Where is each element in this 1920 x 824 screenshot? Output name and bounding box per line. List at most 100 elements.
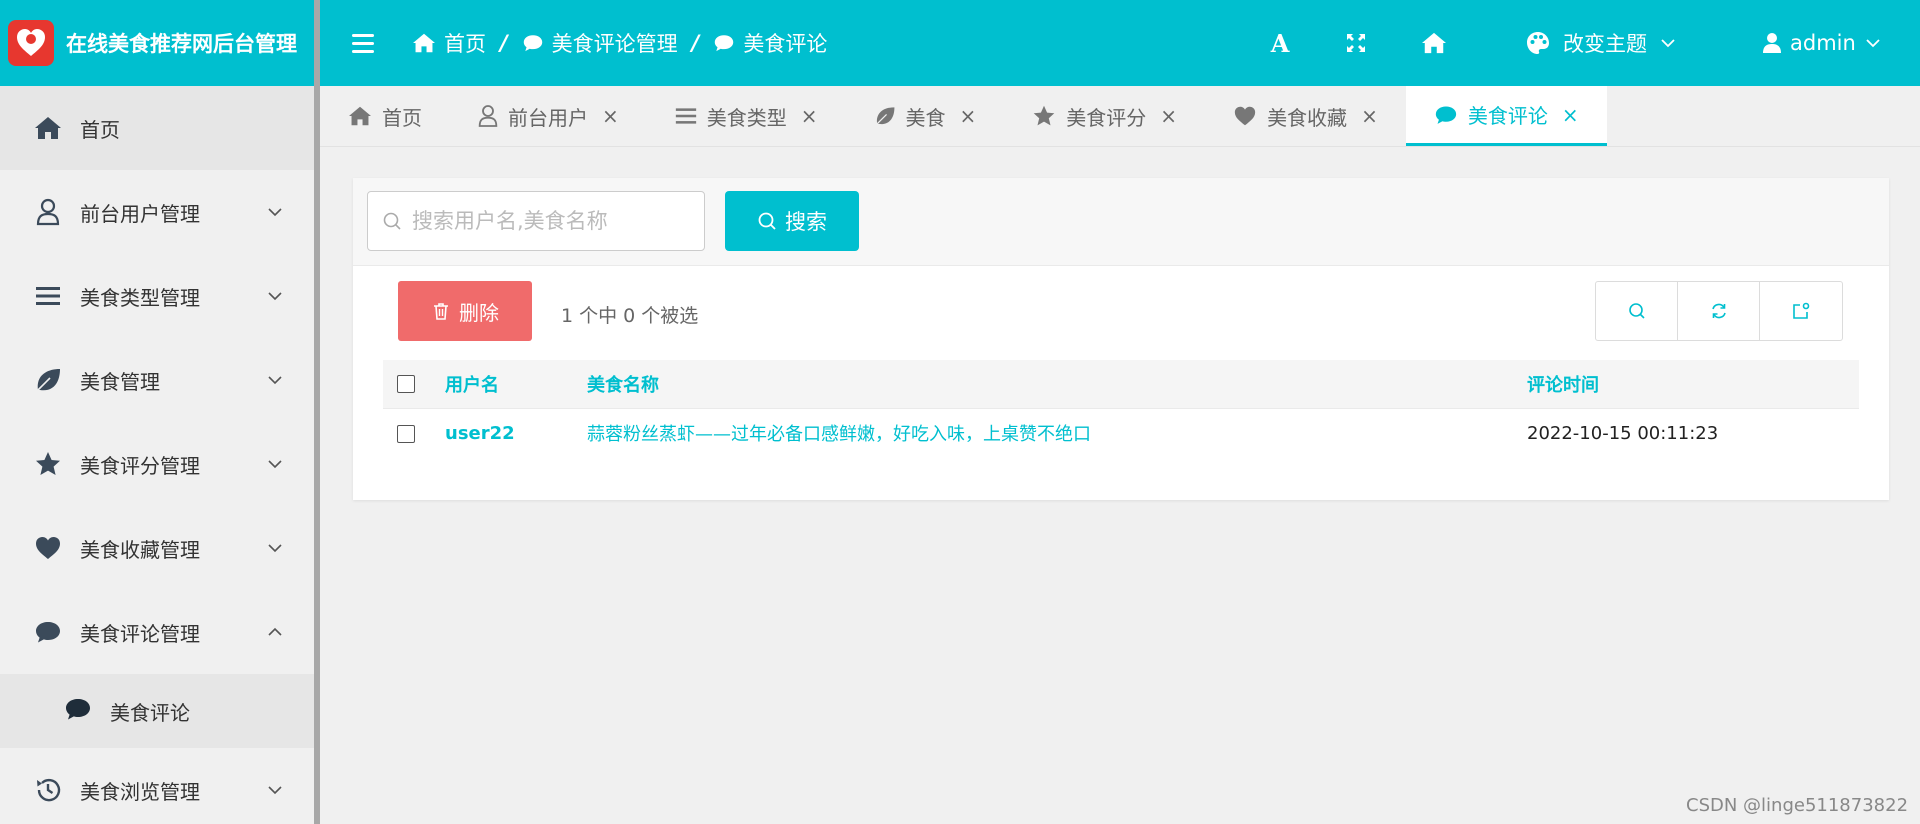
search-bar: 搜索 (353, 178, 1889, 266)
sidebar: 在线美食推荐网后台管理 首页 前台用户管理 美食类型管理 美食管理 美食评分管理 (0, 0, 314, 824)
font-size-icon[interactable]: A (1267, 29, 1293, 58)
search-button[interactable]: 搜索 (725, 191, 859, 251)
change-theme-button[interactable]: 改变主题 (1525, 0, 1677, 86)
sidebar-item-comments[interactable]: 美食评论管理 (0, 590, 314, 674)
star-icon (1034, 105, 1055, 126)
app-logo-icon (8, 20, 54, 66)
export-icon (1793, 302, 1810, 319)
table-header-row: 用户名 美食名称 评论时间 (383, 360, 1859, 409)
search-icon (758, 212, 776, 230)
list-icon (34, 282, 62, 310)
history-icon (34, 776, 62, 804)
tab-comments[interactable]: 美食评论 × (1405, 86, 1607, 146)
delete-button[interactable]: 删除 (398, 281, 532, 341)
star-icon (34, 450, 62, 478)
tab-close-icon[interactable]: × (801, 104, 818, 128)
table-toolbar: 删除 1 个中 0 个被选 (353, 266, 1889, 354)
tab-home[interactable]: 首页 (320, 86, 450, 146)
cell-food-name[interactable]: 蒜蓉粉丝蒸虾——过年必备口感鲜嫩，好吃入味，上桌赞不绝口 (587, 408, 1527, 458)
tab-bar: 首页 前台用户 × 美食类型 × 美食 × 美食评分 × 美食收藏 × 美食评论… (320, 86, 1920, 147)
sidebar-item-favorites[interactable]: 美食收藏管理 (0, 506, 314, 590)
home-icon[interactable] (1421, 30, 1447, 56)
chevron-down-icon (1661, 39, 1675, 48)
top-header: 首页 / 美食评论管理 / 美食评论 A 改变主题 admin (320, 0, 1920, 86)
column-header-username[interactable]: 用户名 (445, 360, 587, 409)
row-checkbox-cell (383, 408, 445, 458)
cell-username[interactable]: user22 (445, 408, 587, 458)
comment-icon (715, 35, 734, 52)
chevron-down-icon (268, 460, 282, 469)
breadcrumb-comment-management[interactable]: 美食评论管理 (522, 28, 678, 58)
chevron-down-icon (1866, 39, 1880, 48)
sidebar-item-browse-history[interactable]: 美食浏览管理 (0, 748, 314, 824)
tab-ratings[interactable]: 美食评分 × (1004, 86, 1205, 146)
export-button[interactable] (1760, 282, 1842, 340)
select-all-checkbox[interactable] (397, 375, 415, 394)
breadcrumb-home[interactable]: 首页 (412, 28, 486, 58)
comment-icon (64, 696, 92, 727)
home-icon (349, 106, 371, 126)
leaf-icon (34, 366, 62, 394)
sidebar-item-ratings[interactable]: 美食评分管理 (0, 422, 314, 506)
refresh-icon (1711, 303, 1726, 319)
table-tools (1595, 281, 1843, 341)
home-icon (34, 114, 62, 142)
comment-icon (1435, 106, 1456, 124)
toggle-search-button[interactable] (1596, 282, 1678, 340)
tab-food[interactable]: 美食 × (846, 86, 1005, 146)
selection-info: 1 个中 0 个被选 (561, 305, 699, 327)
list-icon (675, 108, 696, 124)
table-row: user22 蒜蓉粉丝蒸虾——过年必备口感鲜嫩，好吃入味，上桌赞不绝口 2022… (383, 408, 1859, 458)
select-all-cell (383, 360, 445, 409)
menu-toggle-icon[interactable] (352, 29, 374, 57)
home-icon (413, 33, 435, 53)
refresh-button[interactable] (1678, 282, 1760, 340)
heart-icon (34, 534, 62, 562)
breadcrumb: 首页 / 美食评论管理 / 美食评论 (412, 0, 827, 86)
chevron-down-icon (268, 292, 282, 301)
sidebar-item-users[interactable]: 前台用户管理 (0, 170, 314, 254)
chevron-up-icon (268, 627, 282, 636)
leaf-icon (876, 107, 894, 125)
row-checkbox[interactable] (397, 424, 415, 443)
column-header-food-name[interactable]: 美食名称 (587, 360, 1527, 409)
search-field[interactable] (367, 191, 705, 251)
user-icon (478, 105, 498, 127)
cell-comment-time: 2022-10-15 00:11:23 (1527, 422, 1719, 444)
chevron-down-icon (268, 786, 282, 795)
user-icon (1763, 33, 1781, 53)
breadcrumb-separator: / (691, 31, 700, 55)
trash-icon (434, 303, 448, 320)
chevron-down-icon (268, 376, 282, 385)
tab-users[interactable]: 前台用户 × (450, 86, 647, 146)
tab-favorites[interactable]: 美食收藏 × (1205, 86, 1406, 146)
column-header-comment-time[interactable]: 评论时间 (1527, 360, 1859, 409)
tab-food-types[interactable]: 美食类型 × (647, 86, 846, 146)
comment-icon (523, 35, 542, 52)
chevron-down-icon (268, 544, 282, 553)
sidebar-logo[interactable]: 在线美食推荐网后台管理 (0, 0, 314, 86)
tab-close-icon[interactable]: × (1160, 104, 1177, 128)
breadcrumb-separator: / (500, 31, 508, 55)
tab-close-icon[interactable]: × (1361, 104, 1378, 128)
fullscreen-icon[interactable] (1343, 30, 1369, 56)
watermark: CSDN @linge511873822 (1686, 795, 1909, 816)
heart-icon (1234, 106, 1256, 126)
tab-close-icon[interactable]: × (1562, 103, 1579, 127)
comments-panel: 搜索 删除 1 个中 0 个被选 用户名 美食名称 评论时间 (353, 178, 1889, 500)
app-title: 在线美食推荐网后台管理 (66, 32, 297, 56)
user-menu-button[interactable]: admin (1762, 0, 1882, 86)
search-input[interactable] (412, 209, 692, 233)
sidebar-item-home[interactable]: 首页 (0, 86, 314, 170)
breadcrumb-current: 美食评论 (713, 28, 827, 58)
tab-close-icon[interactable]: × (602, 104, 619, 128)
palette-icon (1527, 32, 1549, 54)
chevron-down-icon (268, 208, 282, 217)
search-icon (383, 212, 401, 230)
sidebar-item-food[interactable]: 美食管理 (0, 338, 314, 422)
search-icon (1628, 303, 1645, 319)
sidebar-item-food-types[interactable]: 美食类型管理 (0, 254, 314, 338)
tab-close-icon[interactable]: × (960, 104, 977, 128)
sidebar-subitem-comments[interactable]: 美食评论 (0, 674, 314, 748)
comment-icon (34, 618, 62, 646)
